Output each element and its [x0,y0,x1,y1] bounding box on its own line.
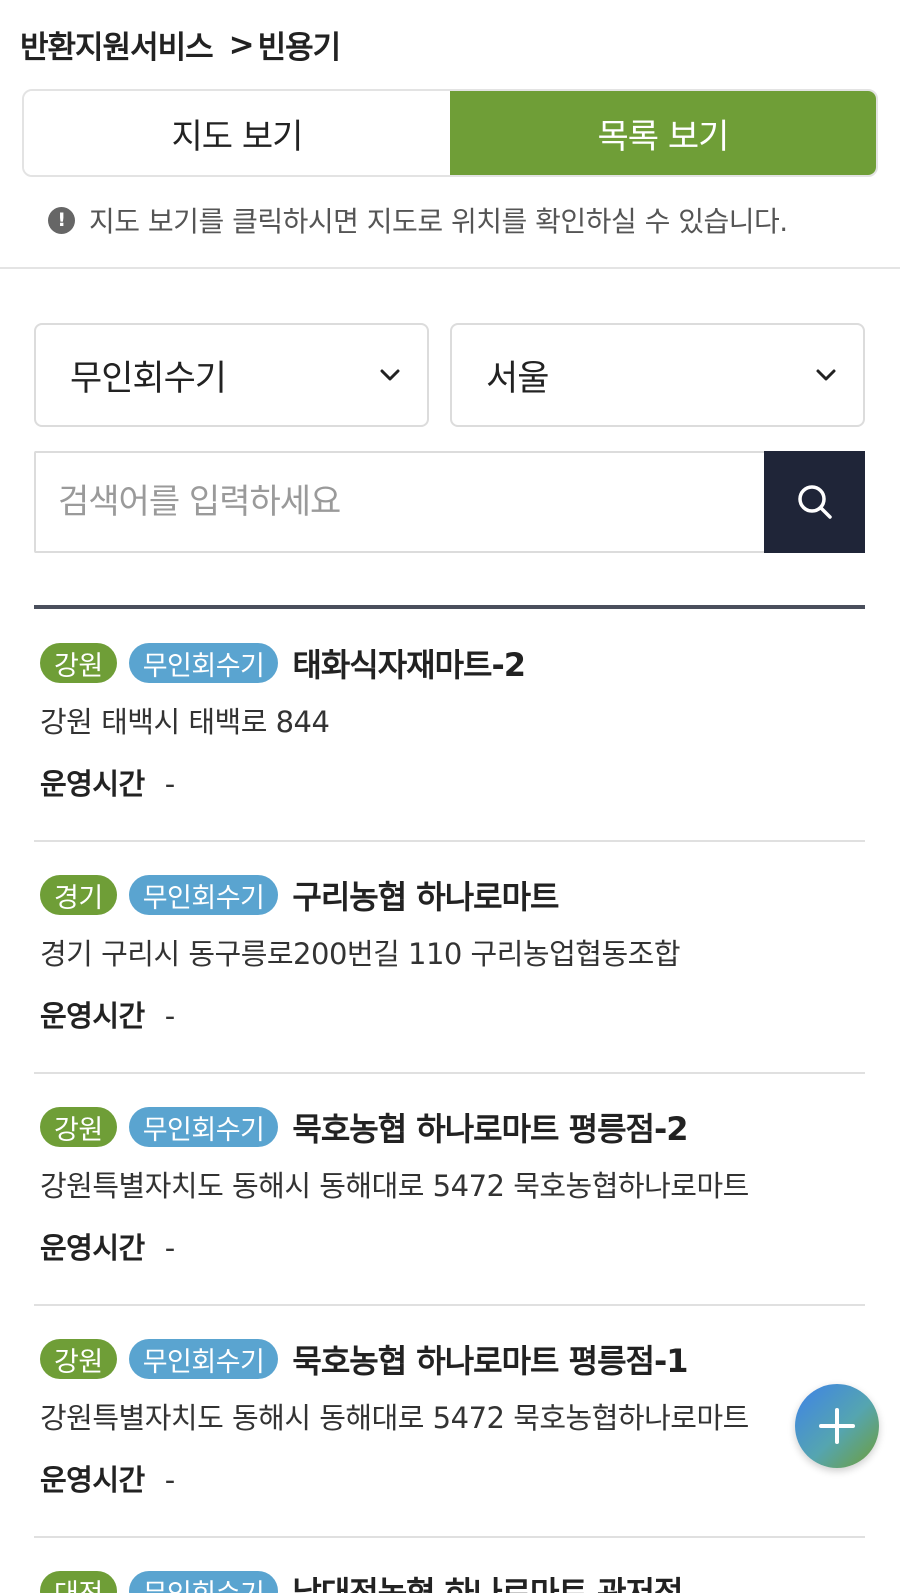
region-badge: 강원 [40,643,117,683]
item-address: 강원 태백시 태백로 844 [40,705,330,739]
hours-value: - [164,1231,175,1265]
hours-label: 운영시간 [40,1463,145,1497]
type-badge: 무인회수기 [128,1107,279,1147]
list-item[interactable]: 경기 무인회수기 구리농협 하나로마트 경기 구리시 동구릉로200번길 110… [34,873,865,1035]
hours-label: 운영시간 [40,999,145,1033]
list-item[interactable]: 대전 무인회수기 남대전농협 하나로마트 관저점 [34,1569,865,1593]
search-input[interactable] [36,453,764,551]
item-divider [34,1072,865,1074]
section-divider [0,267,900,269]
type-badge: 무인회수기 [128,643,279,683]
item-address: 강원특별자치도 동해시 동해대로 5472 묵호농협하나로마트 [40,1169,749,1203]
hours-value: - [164,767,175,801]
list-item[interactable]: 강원 무인회수기 묵호농협 하나로마트 평릉점-1 강원특별자치도 동해시 동해… [34,1337,865,1499]
breadcrumb-separator: > [228,26,255,63]
item-hours: 운영시간 - [40,761,865,803]
hours-value: - [164,1463,175,1497]
list-item[interactable]: 강원 무인회수기 태화식자재마트-2 강원 태백시 태백로 844 운영시간 - [34,641,865,803]
region-badge: 강원 [40,1107,117,1147]
list-top-border [34,605,865,609]
plus-icon [819,1408,855,1444]
item-divider [34,840,865,842]
notice-text: 지도 보기를 클릭하시면 지도로 위치를 확인하실 수 있습니다. [89,205,788,238]
item-name: 묵호농협 하나로마트 평릉점-2 [292,1110,688,1148]
tab-map-view[interactable]: 지도 보기 [24,91,450,175]
breadcrumb-current: 빈용기 [257,30,342,66]
type-select-value: 무인회수기 [70,358,227,399]
region-select-value: 서울 [486,358,549,399]
item-hours: 운영시간 - [40,1225,865,1267]
list-item[interactable]: 강원 무인회수기 묵호농협 하나로마트 평릉점-2 강원특별자치도 동해시 동해… [34,1105,865,1267]
item-name: 구리농협 하나로마트 [292,878,559,916]
item-divider [34,1304,865,1306]
region-select[interactable]: 서울 [450,323,865,427]
chevron-down-icon [816,369,836,381]
search-icon [797,485,832,519]
item-name: 묵호농협 하나로마트 평릉점-1 [292,1342,688,1380]
search-button[interactable] [764,451,865,553]
tab-list-view[interactable]: 목록 보기 [450,91,876,175]
page: 반환지원서비스 > 빈용기 지도 보기 목록 보기 ! 지도 보기를 클릭하시면… [0,0,900,1593]
region-badge: 경기 [40,875,117,915]
item-name: 남대전농협 하나로마트 관저점 [292,1574,683,1593]
hours-value: - [164,999,175,1033]
notice: ! 지도 보기를 클릭하시면 지도로 위치를 확인하실 수 있습니다. [48,200,788,240]
breadcrumb-parent[interactable]: 반환지원서비스 [20,22,214,67]
region-badge: 대전 [40,1571,117,1593]
type-badge: 무인회수기 [128,875,279,915]
hours-label: 운영시간 [40,1231,145,1265]
add-fab-button[interactable] [795,1384,879,1468]
item-hours: 운영시간 - [40,993,865,1035]
type-badge: 무인회수기 [128,1339,279,1379]
hours-label: 운영시간 [40,767,145,801]
item-address: 강원특별자치도 동해시 동해대로 5472 묵호농협하나로마트 [40,1401,749,1435]
breadcrumb: 반환지원서비스 > 빈용기 [20,22,342,67]
region-badge: 강원 [40,1339,117,1379]
item-hours: 운영시간 - [40,1457,865,1499]
item-divider [34,1536,865,1538]
exclamation-circle-icon: ! [48,206,75,234]
item-name: 태화식자재마트-2 [292,646,526,684]
chevron-down-icon [380,369,400,381]
item-address: 경기 구리시 동구릉로200번길 110 구리농업협동조합 [40,937,681,971]
type-select[interactable]: 무인회수기 [34,323,429,427]
view-tabs: 지도 보기 목록 보기 [22,89,878,177]
search-bar [34,451,865,553]
type-badge: 무인회수기 [128,1571,279,1593]
